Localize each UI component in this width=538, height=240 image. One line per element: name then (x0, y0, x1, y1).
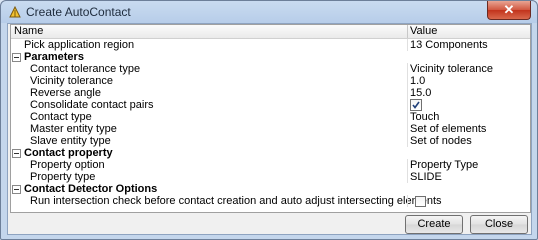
row-property-option[interactable]: Property option Property Type (11, 159, 530, 171)
row-value[interactable]: 1.0 (410, 75, 425, 87)
row-label: Contact type (30, 111, 92, 123)
group-label: Contact property (24, 147, 113, 159)
row-intersection-check[interactable]: Run intersection check before contact cr… (11, 195, 530, 207)
collapse-icon[interactable] (12, 185, 21, 194)
collapse-icon[interactable] (12, 149, 21, 158)
row-label: Run intersection check before contact cr… (30, 195, 442, 207)
row-value[interactable]: Touch (410, 111, 439, 123)
window-title: Create AutoContact (26, 5, 131, 19)
row-pick-application-region[interactable]: Pick application region 13 Components (11, 39, 530, 51)
window-close-button[interactable]: ✕ (487, 1, 531, 20)
row-label: Vicinity tolerance (30, 75, 113, 87)
row-master-entity-type[interactable]: Master entity type Set of elements (11, 123, 530, 135)
row-value[interactable]: 15.0 (410, 87, 431, 99)
row-label: Pick application region (24, 39, 135, 51)
row-label: Reverse angle (30, 87, 101, 99)
grid-header: Name Value (11, 25, 530, 39)
column-header-name[interactable]: Name (14, 25, 43, 38)
collapse-icon[interactable] (12, 53, 21, 62)
app-icon (8, 5, 22, 19)
row-value[interactable]: Property Type (410, 159, 478, 171)
consolidate-checkbox[interactable] (410, 99, 422, 111)
group-contact-property[interactable]: Contact property (11, 147, 530, 159)
row-label: Contact tolerance type (30, 63, 141, 75)
group-parameters[interactable]: Parameters (11, 51, 530, 63)
create-button[interactable]: Create (405, 215, 463, 234)
row-value[interactable]: Vicinity tolerance (410, 63, 493, 75)
row-slave-entity-type[interactable]: Slave entity type Set of nodes (11, 135, 530, 147)
row-reverse-angle[interactable]: Reverse angle 15.0 (11, 87, 530, 99)
close-button[interactable]: Close (470, 215, 528, 234)
intersection-check-checkbox[interactable] (415, 196, 426, 207)
property-grid: Name Value Pick application region 13 Co… (10, 24, 531, 213)
row-value[interactable]: SLIDE (410, 171, 442, 183)
row-label: Property type (30, 171, 96, 183)
row-label: Property option (30, 159, 105, 171)
row-value[interactable]: Set of elements (410, 123, 486, 135)
column-header-value[interactable]: Value (410, 25, 437, 38)
row-vicinity-tolerance[interactable]: Vicinity tolerance 1.0 (11, 75, 530, 87)
group-contact-detector-options[interactable]: Contact Detector Options (11, 183, 530, 195)
title-bar[interactable]: Create AutoContact ✕ (1, 1, 537, 23)
row-value[interactable]: 13 Components (410, 39, 488, 51)
row-contact-tolerance-type[interactable]: Contact tolerance type Vicinity toleranc… (11, 63, 530, 75)
dialog-window: Create AutoContact ✕ Name Value Pick app… (0, 0, 538, 240)
row-consolidate-contact-pairs[interactable]: Consolidate contact pairs (11, 99, 530, 111)
row-label: Master entity type (30, 123, 117, 135)
check-icon (412, 101, 420, 109)
group-label: Parameters (24, 51, 84, 63)
dialog-client: Name Value Pick application region 13 Co… (7, 23, 532, 235)
row-contact-type[interactable]: Contact type Touch (11, 111, 530, 123)
row-value[interactable]: Set of nodes (410, 135, 472, 147)
row-label: Slave entity type (30, 135, 111, 147)
row-property-type[interactable]: Property type SLIDE (11, 171, 530, 183)
group-label: Contact Detector Options (24, 183, 158, 195)
row-label: Consolidate contact pairs (30, 99, 154, 111)
